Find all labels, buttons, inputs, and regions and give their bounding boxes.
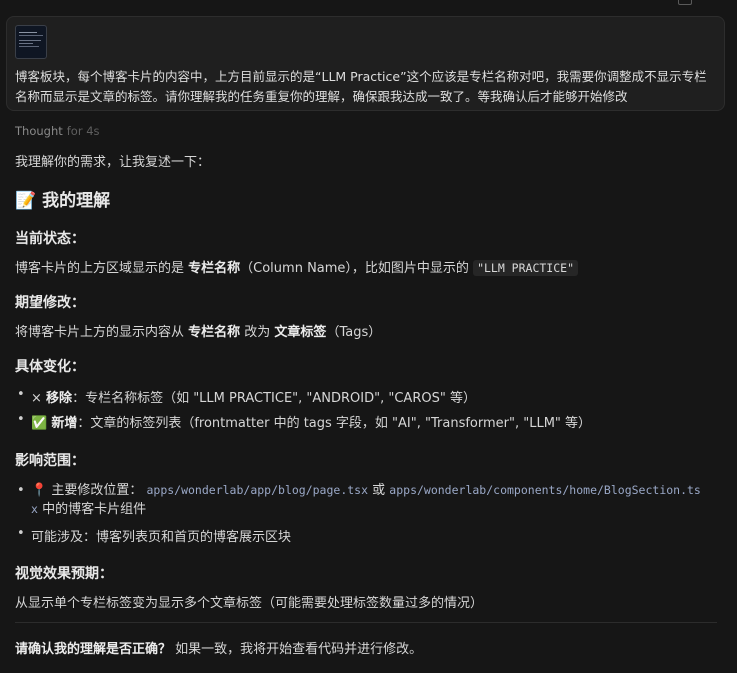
divider: [15, 622, 717, 623]
thought-indicator[interactable]: Thought for 4s: [15, 124, 100, 138]
confirm-text: 请确认我的理解是否正确？ 如果一致，我将开始查看代码并进行修改。: [15, 642, 423, 657]
section-expected-text: 将博客卡片上方的显示内容从 专栏名称 改为 文章标签（Tags）: [15, 325, 382, 340]
list-item-location: 📍 主要修改位置： apps/wonderlab/app/blog/page.t…: [15, 481, 721, 519]
section-current-title: 当前状态：: [15, 231, 85, 247]
check-icon: ✅: [31, 416, 48, 431]
list-item-scope: 可能涉及：博客列表页和首页的博客展示区块: [15, 526, 291, 545]
user-message-text: 博客板块，每个博客卡片的内容中，上方目前显示的是“LLM Practice”这个…: [15, 69, 707, 104]
file-path-blogsection-tail: x: [31, 502, 38, 516]
list-item-add: ✅ 新增：文章的标签列表（frontmatter 中的 tags 字段，如 "A…: [15, 412, 591, 431]
thought-duration: for 4s: [66, 124, 100, 138]
pin-icon: 📍: [31, 483, 48, 498]
thought-label: Thought: [15, 124, 63, 138]
reply-intro: 我理解你的需求，让我复述一下：: [15, 155, 211, 170]
copy-icon[interactable]: [678, 0, 692, 5]
reply-heading: 📝 我的理解: [15, 191, 111, 211]
section-scope-title: 影响范围：: [15, 453, 85, 469]
section-expected-title: 期望修改：: [15, 295, 85, 311]
remove-icon: ×: [31, 391, 42, 406]
section-current-text: 博客卡片的上方区域显示的是 专栏名称（Column Name），比如图片中显示的…: [15, 257, 578, 276]
attached-image-thumbnail[interactable]: [15, 25, 47, 59]
inline-code: "LLM PRACTICE": [473, 260, 578, 276]
section-visual-title: 视觉效果预期：: [15, 566, 113, 582]
user-message-card: 博客板块，每个博客卡片的内容中，上方目前显示的是“LLM Practice”这个…: [6, 16, 725, 111]
section-changes-title: 具体变化：: [15, 359, 85, 375]
list-item-remove: × 移除：专栏名称标签（如 "LLM PRACTICE", "ANDROID",…: [15, 387, 476, 406]
file-path-page: apps/wonderlab/app/blog/page.tsx: [146, 483, 369, 497]
file-path-blogsection: apps/wonderlab/components/home/BlogSecti…: [389, 483, 701, 497]
section-visual-text: 从显示单个专栏标签变为显示多个文章标签（可能需要处理标签数量过多的情况）: [15, 596, 484, 611]
